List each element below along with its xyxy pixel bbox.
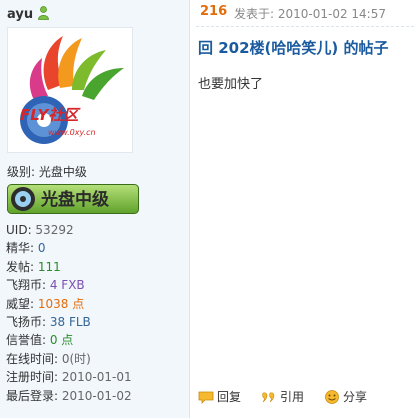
share-label: 分享 bbox=[343, 390, 368, 404]
stat-posts: 发帖: 111 bbox=[6, 259, 61, 274]
reply-icon bbox=[198, 391, 214, 404]
user-level-label: 级别: 光盘中级 bbox=[7, 165, 87, 179]
user-avatar[interactable]: FLY社区 www.0xy.cn bbox=[7, 27, 133, 153]
post-actions: 回复 引用 分享 bbox=[198, 388, 367, 405]
badge-text: 光盘中级 bbox=[40, 189, 109, 210]
post-content: 216 发表于: 2010-01-02 14:57 回 202楼(哈哈笑儿) 的… bbox=[190, 0, 416, 418]
stat-uid: UID: 53292 bbox=[6, 223, 74, 237]
post-timestamp: 发表于: 2010-01-02 14:57 bbox=[234, 7, 386, 21]
share-icon bbox=[325, 389, 339, 404]
post-body: 也要加快了 bbox=[198, 77, 264, 92]
quote-icon bbox=[262, 391, 275, 402]
quote-button[interactable]: 引用 bbox=[261, 388, 304, 405]
stat-online-time: 在线时间: 0(时) bbox=[6, 351, 91, 366]
username-link[interactable]: ayu bbox=[7, 7, 33, 22]
stat-last-login: 最后登录: 2010-01-02 bbox=[6, 388, 132, 403]
logo-url-text: www.0xy.cn bbox=[48, 128, 96, 137]
fly-logo-image: FLY社区 www.0xy.cn bbox=[20, 36, 124, 144]
reply-button[interactable]: 回复 bbox=[198, 388, 241, 405]
header-divider bbox=[196, 26, 416, 27]
share-button[interactable]: 分享 bbox=[324, 388, 367, 405]
floor-number[interactable]: 216 bbox=[200, 4, 227, 19]
post-title: 回 202楼(哈哈笑儿) 的帖子 bbox=[198, 39, 389, 57]
stat-register-date: 注册时间: 2010-01-01 bbox=[6, 370, 132, 385]
user-sidebar: ayu FLY社区 www.0xy.cn 级别: 光盘中级 光盘中级 UID: … bbox=[0, 0, 189, 418]
quote-label: 引用 bbox=[280, 390, 305, 404]
stat-credit: 信誉值: 0 点 bbox=[6, 333, 74, 348]
online-user-icon bbox=[38, 6, 49, 20]
reply-label: 回复 bbox=[217, 390, 242, 404]
user-stats: UID: 53292 精华: 0 发帖: 111 飞翔币: 4 FXB 威望: … bbox=[6, 221, 186, 405]
stat-prestige: 威望: 1038 点 bbox=[6, 296, 85, 311]
stat-fxb: 飞翔币: 4 FXB bbox=[6, 278, 85, 293]
stat-flb: 飞扬币: 38 FLB bbox=[6, 314, 91, 329]
level-badge-image: 光盘中级 bbox=[7, 184, 139, 214]
stat-digest: 精华: 0 bbox=[6, 241, 46, 256]
logo-brand-text: FLY社区 bbox=[20, 106, 81, 124]
